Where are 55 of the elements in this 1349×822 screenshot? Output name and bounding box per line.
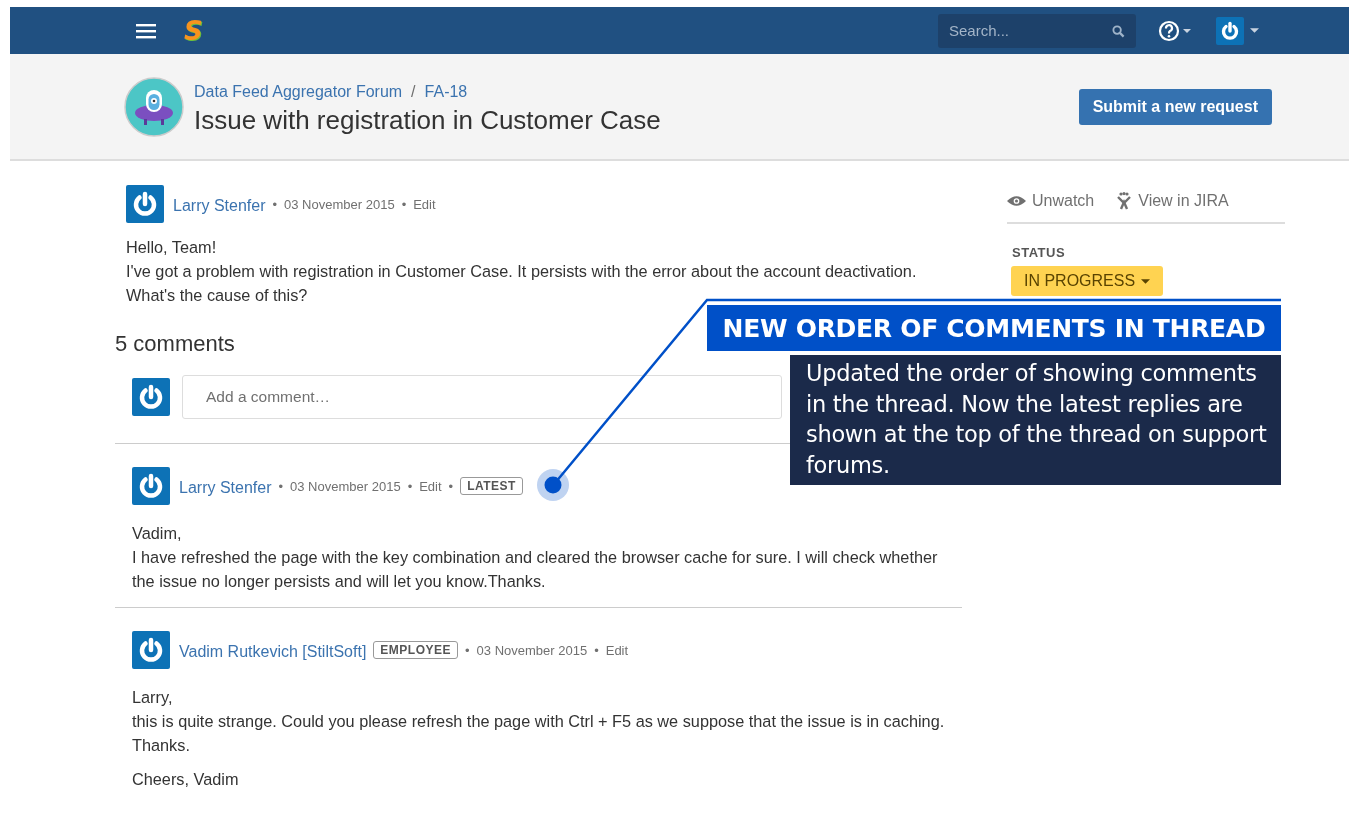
callout-text: Updated the order of showing comments in the thread. Now the latest replies are shown at the top of the thread on support forums.	[790, 355, 1281, 485]
jira-icon	[1116, 192, 1133, 210]
app-logo[interactable]: S	[184, 17, 203, 44]
comment-text: Cheers, Vadim	[132, 769, 240, 790]
post-date: 03 November 2015	[476, 642, 588, 658]
eye-icon	[1007, 195, 1026, 207]
user-avatar-icon	[132, 378, 170, 416]
comment-text: Thanks.	[132, 735, 191, 756]
post-date: 03 November 2015	[290, 478, 401, 494]
meta-dot: •	[407, 478, 413, 494]
meta-dot: •	[448, 478, 454, 494]
comment-text: I have refreshed the page with the key combination and cleared the browser cache for sure. I will check whether the issue no longer persists and will let you know.Thanks.	[132, 547, 939, 592]
comments-heading: 5 comments	[115, 331, 236, 357]
breadcrumb-link[interactable]: Data Feed Aggregator Forum	[194, 83, 403, 101]
user-avatar-icon	[132, 631, 170, 669]
menu-icon[interactable]	[136, 22, 156, 39]
meta-dot: •	[278, 478, 284, 494]
meta-dot: •	[272, 196, 278, 212]
employee-tag: EMPLOYEE	[373, 641, 458, 659]
submit-request-button[interactable]: Submit a new request	[1078, 88, 1272, 125]
post-date: 03 November 2015	[284, 196, 395, 212]
comment-text: I've got a problem with registration in Customer Case. It persists with the error about the account deactivation.	[126, 261, 918, 282]
search-field[interactable]: Search...	[938, 13, 1136, 48]
comment-text: Hello, Team!	[126, 237, 218, 258]
meta-dot: •	[594, 642, 599, 658]
page-title: Issue with registration in Customer Case	[194, 105, 661, 136]
author-link[interactable]: Larry Stenfer	[173, 197, 266, 215]
comment-text: What's the cause of this?	[126, 285, 309, 306]
comment-text: Larry,	[132, 687, 174, 708]
breadcrumb-link[interactable]: FA-18	[424, 83, 468, 101]
comment-text: Vadim,	[132, 523, 183, 544]
author-link[interactable]: Larry Stenfer	[179, 479, 272, 497]
meta-dot: •	[465, 642, 470, 658]
status-dropdown[interactable]: IN PROGRESS	[1011, 266, 1164, 296]
caret-icon	[1141, 278, 1151, 284]
edit-link[interactable]: Edit	[413, 196, 436, 212]
breadcrumb-separator: /	[411, 83, 416, 101]
status-label: STATUS	[1012, 245, 1067, 260]
edit-link[interactable]: Edit	[419, 478, 442, 494]
alien-avatar-icon	[124, 76, 184, 137]
author-link[interactable]: Vadim Rutkevich [StiltSoft]	[179, 643, 367, 661]
help-menu-icon[interactable]	[1158, 19, 1192, 42]
user-avatar-icon	[126, 185, 164, 223]
user-avatar-icon[interactable]	[1216, 16, 1244, 45]
unwatch-link[interactable]: Unwatch	[1007, 192, 1095, 210]
edit-link[interactable]: Edit	[605, 642, 629, 658]
comment-input[interactable]: Add a comment…	[182, 375, 782, 419]
user-avatar-icon	[132, 467, 170, 505]
caret-icon[interactable]	[1250, 28, 1259, 33]
callout-title: NEW ORDER OF COMMENTS IN THREAD	[707, 305, 1281, 351]
comment-text: this is quite strange. Could you please refresh the page with Ctrl + F5 as we suppose that the issue is in caching.	[132, 711, 946, 732]
meta-dot: •	[401, 196, 407, 212]
latest-tag: LATEST	[460, 477, 523, 495]
search-icon	[1112, 24, 1125, 38]
jira-link[interactable]: View in JIRA	[1116, 192, 1229, 210]
